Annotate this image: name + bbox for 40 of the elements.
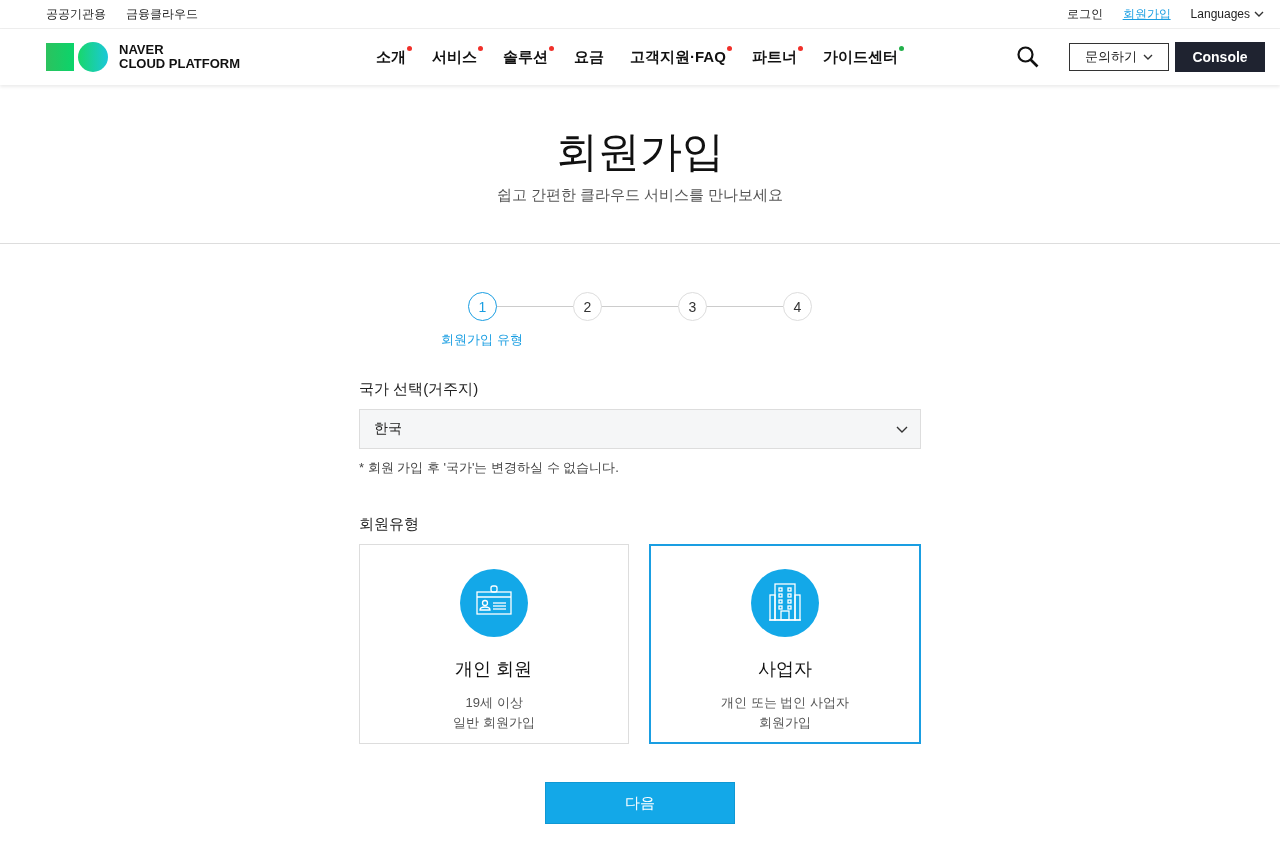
nav-item[interactable]: 가이드센터 [822, 47, 898, 67]
logo-text: NAVER CLOUD PLATFORM [119, 43, 241, 71]
card-description: 19세 이상 [465, 694, 523, 712]
country-note: * 회원 가입 후 '국가'는 변경하실 수 없습니다. [359, 459, 620, 477]
nav-item[interactable]: 고객지원·FAQ [630, 47, 726, 67]
page-title: 회원가입 [556, 126, 724, 177]
step-indicator: 4 [783, 292, 812, 321]
top-link[interactable]: 로그인 [1066, 5, 1103, 23]
card-title: 개인 회원 [455, 658, 533, 681]
nav-item[interactable]: 요금 [574, 47, 604, 67]
chevron-down-icon [1143, 54, 1153, 60]
nav-item[interactable]: 소개 [376, 47, 406, 67]
contact-button[interactable]: 문의하기 [1069, 43, 1169, 71]
card-description: 일반 회원가입 [453, 714, 535, 732]
languages-menu[interactable]: Languages [1190, 7, 1250, 21]
step-indicator: 3 [678, 292, 707, 321]
top-link[interactable]: 금융클라우드 [126, 5, 198, 23]
nav-item[interactable]: 솔루션 [503, 47, 548, 67]
building-icon [751, 569, 819, 637]
nav-item[interactable]: 파트너 [751, 47, 797, 67]
step-indicator: 2 [573, 292, 602, 321]
card-description: 회원가입 [759, 714, 811, 732]
id-badge-icon [460, 569, 528, 637]
logo-icon [46, 41, 109, 73]
card-description: 개인 또는 법인 사업자 [721, 694, 849, 712]
step-label: 회원가입 유형 [441, 331, 523, 349]
top-link[interactable]: 공공기관용 [46, 5, 106, 23]
page-subtitle: 쉽고 간편한 클라우드 서비스를 만나보세요 [496, 185, 784, 205]
card-title: 사업자 [758, 658, 812, 681]
member-type-label: 회원유형 [359, 515, 420, 534]
nav-item[interactable]: 서비스 [432, 47, 477, 67]
country-label: 국가 선택(거주지) [359, 380, 480, 399]
search-icon[interactable] [1017, 46, 1039, 68]
console-button[interactable]: Console [1175, 42, 1265, 72]
member-type-card[interactable]: 사업자 개인 또는 법인 사업자 회원가입 [649, 544, 921, 744]
step-indicator: 1 [468, 292, 497, 321]
chevron-down-icon [1254, 11, 1264, 17]
chevron-down-icon [896, 425, 908, 433]
member-type-card[interactable]: 개인 회원 19세 이상 일반 회원가입 [359, 544, 629, 744]
country-select[interactable]: 한국 [359, 409, 921, 449]
